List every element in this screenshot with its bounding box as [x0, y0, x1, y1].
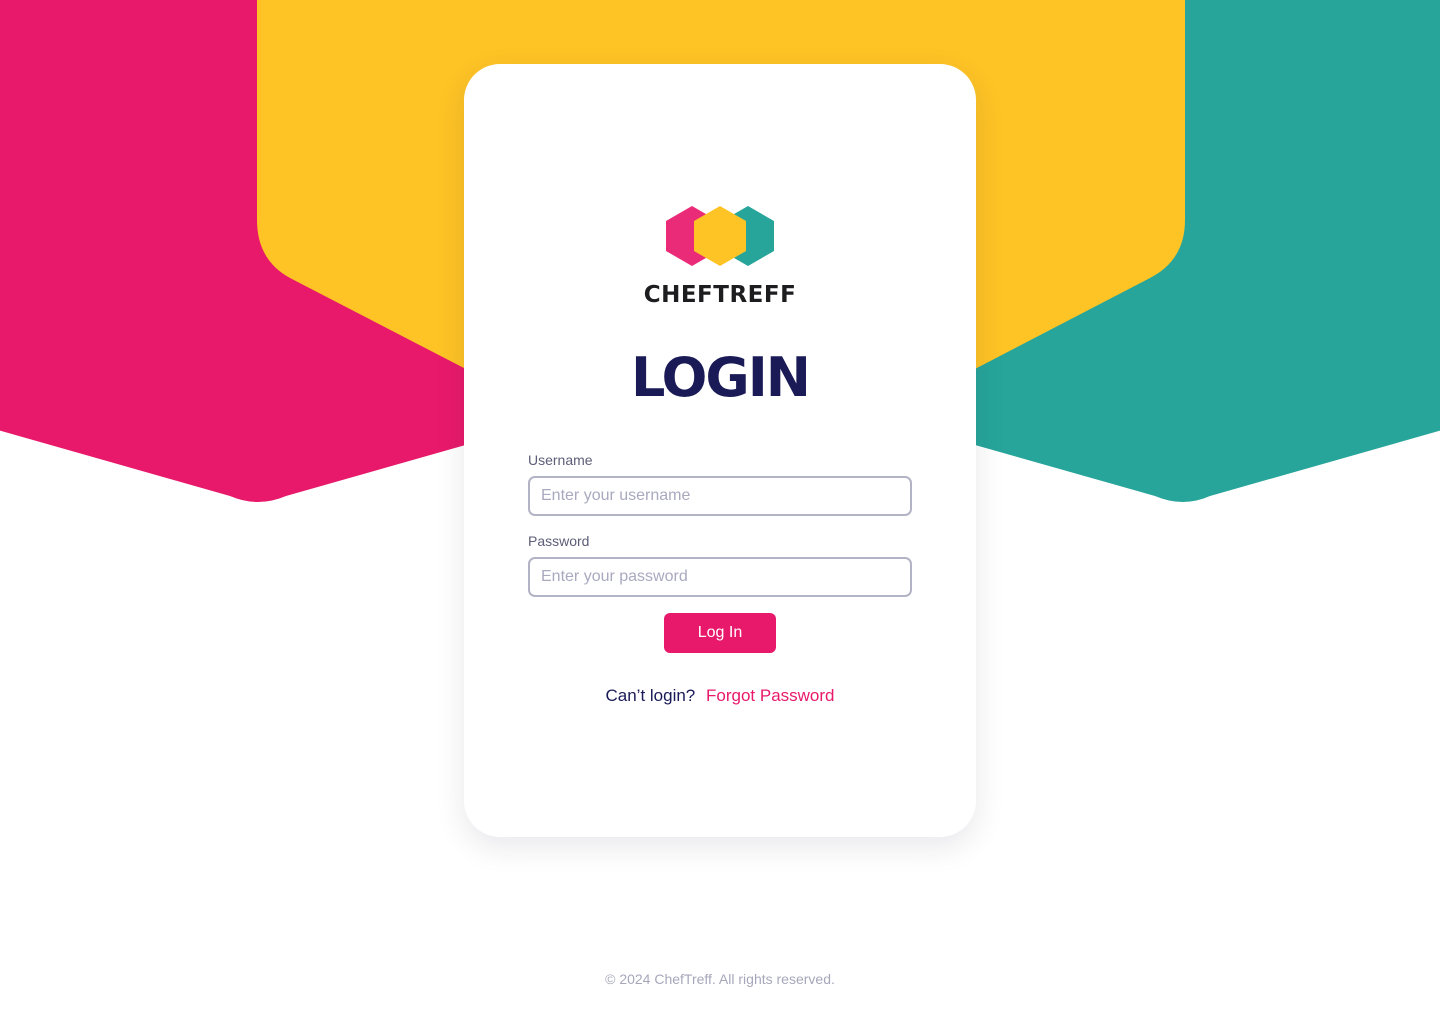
brand-wordmark: CHEFTREFF [643, 282, 797, 308]
page-title: LOGIN [631, 346, 811, 409]
hexagon-cluster-logo-icon [666, 206, 774, 266]
username-input[interactable] [528, 476, 912, 516]
forgot-password-link[interactable]: Forgot Password [706, 686, 835, 705]
login-button[interactable]: Log In [664, 613, 776, 653]
password-label: Password [528, 533, 590, 549]
username-label: Username [528, 452, 593, 468]
brand-logo: CHEFTREFF [464, 204, 976, 314]
copyright-footer: © 2024 ChefTreff. All rights reserved. [605, 971, 835, 987]
login-help: Can’t login? Forgot Password [464, 686, 976, 706]
login-page: CHEFTREFF LOGIN Username Password Log In… [0, 0, 1440, 1024]
password-input[interactable] [528, 557, 912, 597]
login-card: CHEFTREFF LOGIN Username Password Log In… [464, 64, 976, 837]
cant-login-text: Can’t login? [605, 686, 696, 705]
